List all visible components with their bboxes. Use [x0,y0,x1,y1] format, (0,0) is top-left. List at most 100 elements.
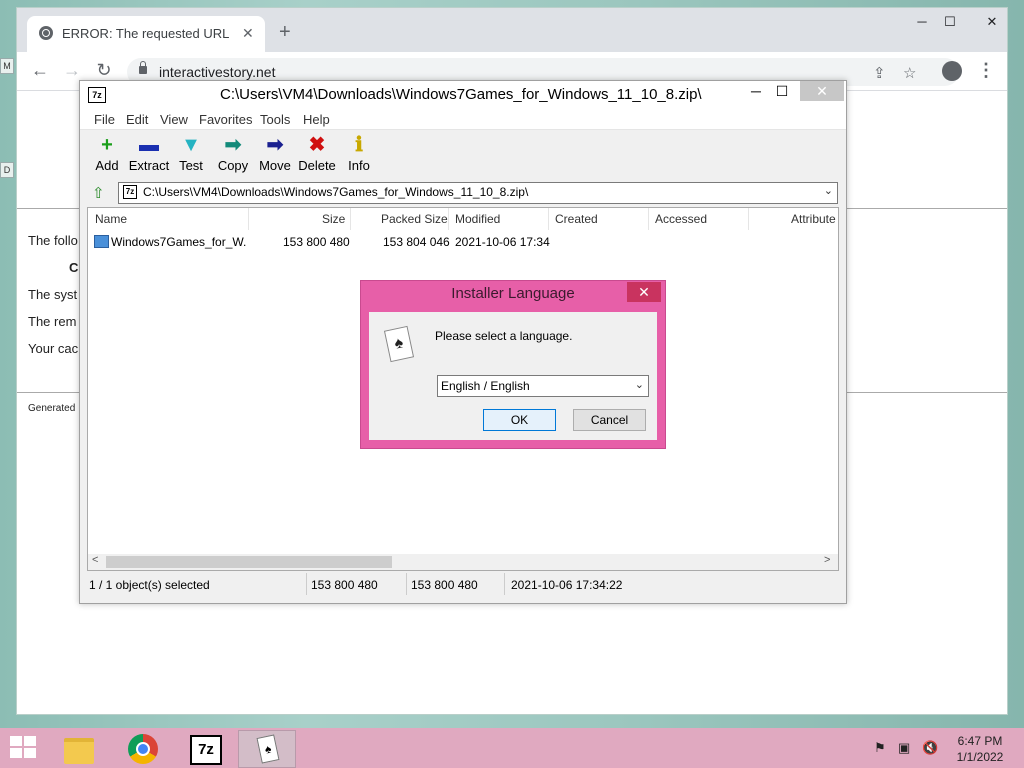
extract-button[interactable]: ▬ Extract [127,134,171,173]
language-value: English / English [441,379,530,393]
scroll-right-icon[interactable]: > [824,554,830,566]
7zip-close-button[interactable]: ✕ [800,81,844,101]
desktop-icon[interactable]: D [0,162,14,178]
7zip-path-combo[interactable]: 7z C:\Users\VM4\Downloads\Windows7Games_… [118,182,838,204]
copy-button[interactable]: ➡ Copy [211,134,255,173]
windows-logo-pane [10,748,22,758]
column-divider[interactable] [248,208,249,230]
column-accessed[interactable]: Accessed [655,212,707,226]
page-footer: Generated [28,403,76,414]
start-windows-icon[interactable] [10,736,38,760]
menu-file[interactable]: File [94,112,115,127]
lock-icon[interactable] [139,61,147,74]
test-button[interactable]: ▼ Test [169,134,213,173]
reload-icon[interactable]: ↻ [93,60,115,80]
menu-edit[interactable]: Edit [126,112,148,127]
column-divider[interactable] [748,208,749,230]
menu-help[interactable]: Help [303,112,330,127]
column-divider[interactable] [350,208,351,230]
cancel-button[interactable]: Cancel [573,409,646,431]
add-icon: + [101,134,113,156]
scroll-left-icon[interactable]: < [92,554,98,566]
info-button[interactable]: ℹ Info [337,134,381,173]
back-arrow-icon[interactable]: ← [29,60,51,80]
taskbar-installer[interactable]: ♠ [238,730,296,768]
forward-arrow-icon[interactable]: → [61,60,83,80]
scrollbar-thumb[interactable] [106,556,392,568]
7zip-toolbar: + Add ▬ Extract ▼ Test ➡ Copy ➡ Move ✖ D… [80,130,846,180]
chevron-down-icon[interactable]: ⌄ [635,378,644,391]
move-label: Move [259,158,291,173]
new-tab-button[interactable]: + [279,22,291,42]
speaker-muted-icon[interactable]: 🔇 [922,740,938,756]
page-text-line: The syst [28,287,78,302]
language-select[interactable]: English / English ⌄ [437,375,649,397]
profile-avatar-icon[interactable] [942,61,962,81]
7zip-status-bar: 1 / 1 object(s) selected 153 800 480 153… [80,573,846,597]
info-label: Info [348,158,370,173]
taskbar-clock[interactable]: 6:47 PM 1/1/2022 [950,733,1010,765]
dialog-close-button[interactable]: ✕ [627,282,661,302]
column-name[interactable]: Name [95,212,127,226]
folder-icon [64,738,94,764]
browser-tab[interactable]: ERROR: The requested URL could ✕ [27,16,265,52]
taskbar: 7z ♠ ⚑ ▣ 🔇 6:47 PM 1/1/2022 [0,728,1024,768]
dialog-title: Installer Language [451,285,575,302]
delete-button[interactable]: ✖ Delete [295,134,339,173]
taskbar-chrome[interactable] [114,730,170,766]
tab-strip: ERROR: The requested URL could ✕ + ─ ☐ ✕ [17,8,1007,52]
desktop-icon[interactable]: M [0,58,14,74]
7zip-title-bar: 7z C:\Users\VM4\Downloads\Windows7Games_… [80,81,846,109]
dialog-body: ♠ Please select a language. English / En… [369,312,657,440]
network-icon[interactable]: ▣ [898,740,910,756]
column-divider[interactable] [548,208,549,230]
7zip-maximize-button[interactable]: ☐ [762,83,802,100]
browser-minimize-button[interactable]: ─ [907,14,937,29]
windows-logo-pane [24,748,36,758]
column-attributes[interactable]: Attribute [791,212,836,226]
menu-favorites[interactable]: Favorites [199,112,252,127]
status-divider [306,573,307,595]
add-button[interactable]: + Add [85,134,129,173]
taskbar-file-explorer[interactable] [52,730,108,766]
tab-close-icon[interactable]: ✕ [242,25,254,42]
bookmark-star-icon[interactable]: ☆ [903,64,916,82]
menu-tools[interactable]: Tools [260,112,290,127]
extract-icon: ▬ [139,134,159,156]
installer-language-dialog: Installer Language ✕ ♠ Please select a l… [360,280,666,449]
cell-modified: 2021-10-06 17:34 [455,235,550,249]
path-text: C:\Users\VM4\Downloads\Windows7Games_for… [143,185,529,199]
taskbar-7zip[interactable]: 7z [176,730,232,766]
horizontal-scrollbar[interactable]: < > [88,554,838,570]
test-icon: ▼ [181,134,201,156]
archive-icon: 7z [123,185,137,199]
browser-maximize-button[interactable]: ☐ [935,14,965,30]
page-text-line: C [69,260,79,275]
ok-button[interactable]: OK [483,409,556,431]
move-button[interactable]: ➡ Move [253,134,297,173]
column-divider[interactable] [648,208,649,230]
column-created[interactable]: Created [555,212,598,226]
extract-label: Extract [128,158,170,173]
url-text: interactivestory.net [159,64,276,80]
cell-name: Windows7Games_for_W... [111,235,246,249]
menu-dots-icon[interactable]: ⋮ [977,60,995,80]
7zip-icon: 7z [190,735,222,765]
page-text-line: The follo [28,233,78,248]
menu-view[interactable]: View [160,112,188,127]
page-text-line: The rem [28,314,77,329]
column-packed-size[interactable]: Packed Size [381,212,448,226]
7zip-app-icon: 7z [88,87,106,103]
globe-icon [39,26,53,40]
flag-icon[interactable]: ⚑ [874,740,886,756]
column-divider[interactable] [448,208,449,230]
column-size[interactable]: Size [322,212,345,226]
share-icon[interactable]: ⇪ [873,64,886,82]
up-folder-icon[interactable]: ⇧ [92,184,105,202]
browser-close-button[interactable]: ✕ [977,14,1007,30]
column-modified[interactable]: Modified [455,212,500,226]
move-icon: ➡ [266,134,284,156]
chevron-down-icon[interactable]: ⌄ [824,184,833,197]
info-icon: ℹ [355,134,363,156]
file-icon [94,235,109,248]
